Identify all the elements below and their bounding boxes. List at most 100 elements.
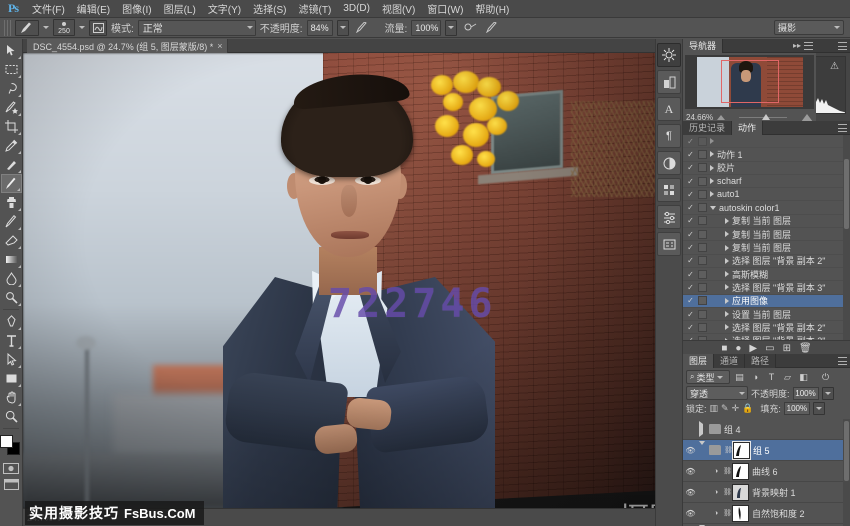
- action-dialog-toggle[interactable]: [698, 177, 707, 186]
- opacity-pressure-toggle-icon[interactable]: [353, 20, 371, 36]
- chevron-right-icon[interactable]: [725, 258, 729, 264]
- menu-select[interactable]: 选择(S): [247, 0, 292, 18]
- action-dialog-toggle[interactable]: [698, 216, 707, 225]
- clone-stamp-tool[interactable]: [1, 193, 22, 212]
- chevron-right-icon[interactable]: [710, 138, 714, 144]
- layers-scrollbar[interactable]: [843, 419, 850, 526]
- tablet-pressure-toggle-icon[interactable]: [483, 20, 501, 36]
- layer-row[interactable]: 👁 ◑ ⛓ 自然饱和度 2: [683, 503, 850, 524]
- history-brush-tool[interactable]: [1, 212, 22, 231]
- filter-type-icon[interactable]: T: [765, 371, 778, 384]
- chevron-right-icon[interactable]: [710, 178, 714, 184]
- action-dialog-toggle[interactable]: [698, 150, 707, 159]
- layer-row[interactable]: 👁 ◑ ⛓ 背景映射 1: [683, 482, 850, 503]
- action-toggle-check[interactable]: ✓: [686, 310, 695, 319]
- actions-list-item[interactable]: ✓ 设置 当前 图层: [683, 308, 850, 321]
- opacity-value[interactable]: 84%: [307, 20, 333, 36]
- action-toggle-check[interactable]: ✓: [686, 230, 695, 239]
- menu-image[interactable]: 图像(I): [116, 0, 157, 18]
- tab-paths[interactable]: 路径: [745, 354, 776, 368]
- healing-brush-tool[interactable]: [1, 155, 22, 174]
- tool-preset-chevron-down-icon[interactable]: [43, 26, 49, 29]
- path-selection-tool[interactable]: [1, 350, 22, 369]
- new-action-set-icon[interactable]: ▭: [765, 343, 774, 354]
- action-toggle-check[interactable]: ✓: [686, 177, 695, 186]
- actions-list-item[interactable]: ✓ 选择 图层 "背景 副本 2": [683, 255, 850, 268]
- marquee-tool[interactable]: [1, 60, 22, 79]
- layer-thumbnail[interactable]: [732, 484, 749, 501]
- chevron-right-icon[interactable]: [710, 165, 714, 171]
- actions-panel-menu-icon[interactable]: [838, 124, 847, 132]
- action-toggle-check[interactable]: ✓: [686, 323, 695, 332]
- menu-help[interactable]: 帮助(H): [469, 0, 515, 18]
- action-dialog-toggle[interactable]: [698, 203, 707, 212]
- chevron-right-icon[interactable]: [725, 324, 729, 330]
- layer-row[interactable]: 组 4: [683, 419, 850, 440]
- action-dialog-toggle[interactable]: [698, 283, 707, 292]
- opacity-stepper[interactable]: [337, 20, 349, 36]
- layer-expand-chevron-down-icon[interactable]: [699, 445, 706, 455]
- filter-shape-icon[interactable]: ▱: [781, 371, 794, 384]
- quick-mask-toggle-icon[interactable]: [1, 461, 21, 475]
- zoom-out-icon[interactable]: [717, 115, 725, 120]
- styles-icon[interactable]: [657, 70, 681, 94]
- layer-expand-chevron-right-icon[interactable]: [699, 424, 706, 434]
- navigator-preview[interactable]: [685, 55, 814, 109]
- action-toggle-check[interactable]: ✓: [686, 190, 695, 199]
- current-tool-brush-icon[interactable]: [15, 20, 39, 36]
- layer-filter-type-select[interactable]: ⌕ 类型: [686, 370, 730, 384]
- brush-preset-chevron-down-icon[interactable]: [79, 26, 85, 29]
- options-bar-grip[interactable]: [4, 20, 11, 36]
- action-dialog-toggle[interactable]: [698, 230, 707, 239]
- layer-visibility-icon[interactable]: 👁: [685, 488, 696, 497]
- workspace-switcher[interactable]: 摄影: [774, 20, 844, 35]
- navigator-expand-icon[interactable]: ▸▸: [793, 41, 801, 50]
- zoom-tool[interactable]: [1, 407, 22, 426]
- tab-channels[interactable]: 通道: [714, 354, 745, 368]
- actions-list-item[interactable]: ✓ 复制 当前 图层: [683, 228, 850, 241]
- action-toggle-check[interactable]: ✓: [686, 270, 695, 279]
- hand-tool[interactable]: [1, 388, 22, 407]
- chevron-down-icon[interactable]: [710, 206, 716, 210]
- action-dialog-toggle[interactable]: [698, 296, 707, 305]
- navigator-view-rect[interactable]: [721, 60, 779, 103]
- chevron-right-icon[interactable]: [725, 311, 729, 317]
- action-dialog-toggle[interactable]: [698, 190, 707, 199]
- actions-list-item[interactable]: ✓ 高斯模糊: [683, 268, 850, 281]
- layer-mask-thumbnail[interactable]: [732, 463, 749, 480]
- record-action-icon[interactable]: ●: [735, 343, 741, 354]
- layer-fill-value[interactable]: 100%: [784, 402, 810, 415]
- move-tool[interactable]: [1, 41, 22, 60]
- chevron-right-icon[interactable]: [725, 218, 729, 224]
- layer-mask-link-icon[interactable]: ⛓: [723, 488, 729, 496]
- flow-value[interactable]: 100%: [411, 20, 441, 36]
- new-action-icon[interactable]: ⊞: [783, 343, 791, 354]
- layer-row[interactable]: 👁 ◑ ⛓ 曲线 6: [683, 461, 850, 482]
- actions-list-item[interactable]: ✓ 复制 当前 图层: [683, 215, 850, 228]
- filter-smart-object-icon[interactable]: ◧: [797, 371, 810, 384]
- document-image[interactable]: 722746 poco 摄影专题 http://photo.poco.cn: [23, 53, 655, 508]
- flow-stepper[interactable]: [445, 20, 457, 36]
- action-dialog-toggle[interactable]: [698, 243, 707, 252]
- layers-panel-menu-icon[interactable]: [838, 357, 847, 365]
- layer-row-selected[interactable]: 👁 ⛓ 组 5: [683, 440, 850, 461]
- layer-visibility-icon[interactable]: 👁: [685, 446, 696, 455]
- color-icon[interactable]: [657, 151, 681, 175]
- quick-selection-tool[interactable]: [1, 98, 22, 117]
- layer-mask-link-icon[interactable]: ⛓: [724, 446, 730, 454]
- lock-all-icon[interactable]: 🔒: [742, 403, 753, 414]
- filter-pixel-icon[interactable]: ▤: [733, 371, 746, 384]
- action-toggle-check[interactable]: ✓: [686, 256, 695, 265]
- lasso-tool[interactable]: [1, 79, 22, 98]
- actions-list-item[interactable]: ✓ autoskin color1: [683, 201, 850, 214]
- type-tool[interactable]: [1, 331, 22, 350]
- gradient-tool[interactable]: [1, 250, 22, 269]
- action-toggle-check[interactable]: ✓: [686, 137, 695, 146]
- actions-list-item[interactable]: ✓ 选择 图层 "背景 副本 2": [683, 321, 850, 334]
- actions-list-item[interactable]: ✓ 选择 图层 "背景 副本 3": [683, 281, 850, 294]
- action-dialog-toggle[interactable]: [698, 137, 707, 146]
- blur-tool[interactable]: [1, 269, 22, 288]
- action-toggle-check[interactable]: ✓: [686, 283, 695, 292]
- layer-visibility-icon[interactable]: 👁: [685, 509, 696, 518]
- chevron-right-icon[interactable]: [710, 151, 714, 157]
